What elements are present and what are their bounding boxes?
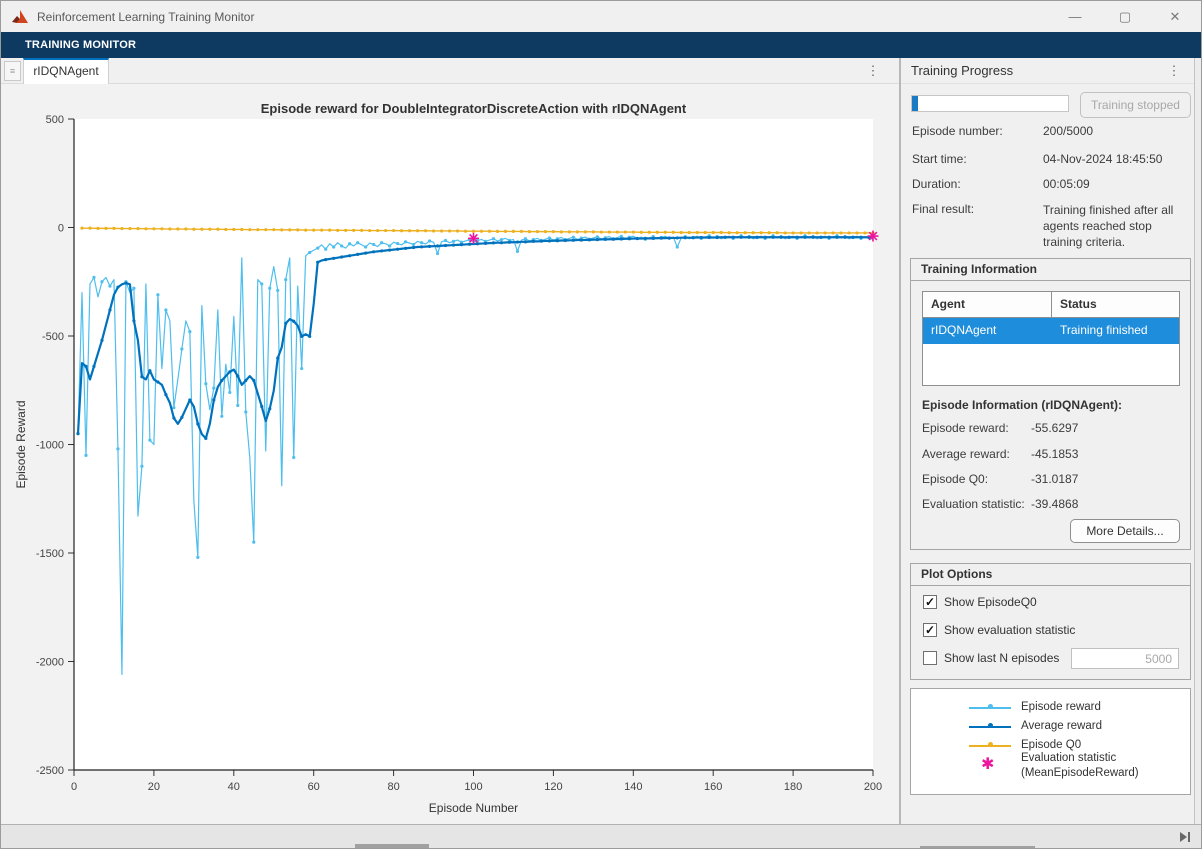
last-n-episodes-input[interactable] (1071, 648, 1179, 669)
table-header-row: Agent Status (923, 292, 1179, 318)
start-time-value: 04-Nov-2024 18:45:50 (1043, 152, 1193, 166)
final-result-label: Final result: (912, 202, 1040, 216)
minimize-button[interactable]: — (1067, 9, 1083, 24)
start-time-label: Start time: (912, 152, 1040, 166)
plot-options-header: Plot Options (911, 564, 1190, 586)
legend-episode-reward: Episode reward (911, 699, 1190, 717)
title-bar: Reinforcement Learning Training Monitor … (1, 1, 1201, 32)
svg-text:180: 180 (784, 781, 802, 793)
svg-text:120: 120 (544, 781, 562, 793)
expand-panel-icon[interactable] (1177, 831, 1193, 843)
show-last-n-label: Show last N episodes (944, 651, 1059, 666)
training-progress-bar (911, 95, 1069, 112)
table-row[interactable]: rIDQNAgent Training finished (923, 318, 1179, 344)
episode-number-value: 200/5000 (1043, 124, 1193, 138)
background-artifact (920, 846, 1035, 848)
legend-label: Average reward (1021, 718, 1102, 735)
maximize-button[interactable]: ▢ (1117, 9, 1133, 25)
asterisk-marker-icon: ✱ (981, 757, 994, 773)
show-episodeq0-label: Show EpisodeQ0 (944, 595, 1037, 610)
svg-text:200: 200 (864, 781, 882, 793)
agent-cell: rIDQNAgent (923, 318, 1052, 344)
svg-text:500: 500 (46, 114, 64, 126)
show-evaluation-label: Show evaluation statistic (944, 623, 1075, 638)
tab-options-menu-icon[interactable]: ⋮ (865, 61, 881, 81)
ribbon-tab-training-monitor[interactable]: TRAINING MONITOR (25, 32, 136, 58)
legend-evaluation-statistic: ✱ Evaluation statistic (MeanEpisodeRewar… (911, 751, 1190, 785)
duration-value: 00:05:09 (1043, 177, 1193, 191)
svg-text:160: 160 (704, 781, 722, 793)
legend-average-reward: Average reward (911, 718, 1190, 736)
status-column-header[interactable]: Status (1052, 292, 1179, 317)
legend-label: (MeanEpisodeReward) (1021, 767, 1139, 779)
svg-text:-1500: -1500 (36, 548, 64, 560)
episode-reward-dot-icon (988, 704, 993, 709)
final-result-value: Training finished after all agents reach… (1043, 202, 1193, 250)
svg-text:0: 0 (58, 223, 64, 235)
average-reward-value: -45.1853 (1031, 447, 1181, 461)
progress-bar-fill (912, 96, 918, 111)
collapsed-panel-strip[interactable] (1194, 58, 1201, 824)
episode-reward-value: -55.6297 (1031, 421, 1181, 435)
panel-options-menu-icon[interactable]: ⋮ (1166, 61, 1182, 81)
training-progress-title: Training Progress (911, 58, 1013, 84)
svg-text:60: 60 (308, 781, 320, 793)
show-evaluation-checkbox[interactable] (923, 623, 937, 637)
svg-text:80: 80 (387, 781, 399, 793)
figure-area: Episode reward for DoubleIntegratorDiscr… (1, 84, 899, 824)
evaluation-statistic-label: Evaluation statistic: (922, 497, 1032, 511)
training-information-section: Training Information Agent Status rIDQNA… (910, 258, 1191, 550)
agent-column-header[interactable]: Agent (923, 292, 1052, 317)
chart-legend: Episode reward Average reward Episode Q0… (910, 688, 1191, 795)
svg-text:-1000: -1000 (36, 440, 64, 452)
training-progress-header: Training Progress ⋮ (901, 58, 1194, 84)
average-reward-dot-icon (988, 723, 993, 728)
evaluation-statistic-value: -39.4868 (1031, 497, 1181, 511)
svg-text:140: 140 (624, 781, 642, 793)
duration-label: Duration: (912, 177, 1040, 191)
show-last-n-checkbox[interactable] (923, 651, 937, 665)
episode-number-label: Episode number: (912, 124, 1040, 138)
svg-text:-2500: -2500 (36, 765, 64, 777)
ribbon-bar: TRAINING MONITOR (1, 32, 1201, 58)
plot-options-section: Plot Options Show EpisodeQ0 Show evaluat… (910, 563, 1191, 680)
status-cell: Training finished (1052, 318, 1179, 344)
svg-text:Episode Number: Episode Number (429, 801, 518, 815)
svg-text:Episode reward for DoubleInteg: Episode reward for DoubleIntegratorDiscr… (261, 101, 687, 116)
tab-rldqnagent[interactable]: rIDQNAgent (23, 58, 109, 84)
episode-reward-chart: Episode reward for DoubleIntegratorDiscr… (1, 84, 899, 824)
svg-text:-500: -500 (42, 331, 64, 343)
app-window: Reinforcement Learning Training Monitor … (0, 0, 1202, 849)
svg-text:0: 0 (71, 781, 77, 793)
document-tab-strip: ≡ rIDQNAgent ⋮ (1, 58, 899, 84)
status-bar (1, 824, 1201, 848)
tab-drag-handle-icon[interactable]: ≡ (4, 61, 21, 81)
episode-information-title: Episode Information (rIDQNAgent): (922, 398, 1122, 412)
svg-text:Episode Reward: Episode Reward (14, 400, 28, 488)
svg-text:-2000: -2000 (36, 657, 64, 669)
close-button[interactable]: ✕ (1167, 9, 1183, 25)
training-progress-panel: Training Progress ⋮ Training stopped Epi… (901, 58, 1194, 824)
window-title: Reinforcement Learning Training Monitor (37, 10, 254, 24)
more-details-button[interactable]: More Details... (1070, 519, 1180, 543)
agent-status-table: Agent Status rIDQNAgent Training finishe… (922, 291, 1180, 386)
matlab-logo-icon (11, 10, 29, 24)
svg-text:100: 100 (464, 781, 482, 793)
show-episodeq0-checkbox[interactable] (923, 595, 937, 609)
training-information-header: Training Information (911, 259, 1190, 281)
episode-q0-value: -31.0187 (1031, 472, 1181, 486)
episode-q0-dot-icon (988, 742, 993, 747)
background-artifact (355, 844, 429, 848)
legend-label: Episode reward (1021, 699, 1101, 716)
legend-label: Evaluation statistic (1021, 752, 1116, 764)
svg-text:40: 40 (228, 781, 240, 793)
training-stopped-button[interactable]: Training stopped (1080, 92, 1191, 118)
svg-text:20: 20 (148, 781, 160, 793)
